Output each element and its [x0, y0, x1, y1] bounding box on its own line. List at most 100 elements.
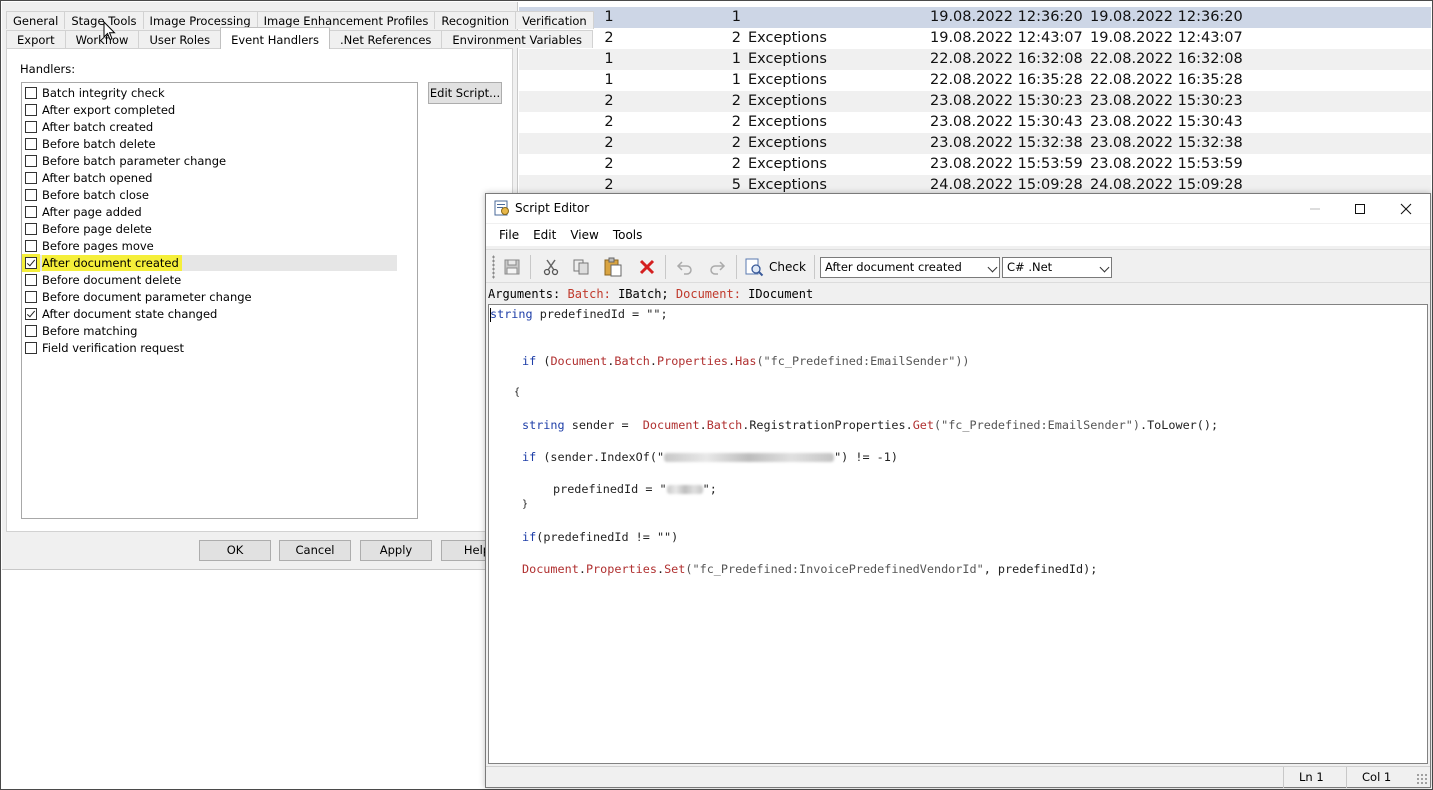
tab-recognition[interactable]: Recognition — [434, 11, 517, 29]
handler-label: Batch integrity check — [42, 86, 165, 100]
table-row[interactable]: 2 2 Exceptions 23.08.2022 15:30:43 23.08… — [519, 112, 1431, 133]
table-row[interactable]: 2 2 Exceptions 23.08.2022 15:30:23 23.08… — [519, 91, 1431, 112]
checkbox[interactable] — [25, 325, 37, 337]
table-row[interactable]: 2 2 Exceptions 23.08.2022 15:53:59 23.08… — [519, 154, 1431, 175]
handler-item[interactable]: Before batch close — [25, 187, 397, 203]
cell: Exceptions — [748, 72, 827, 88]
checkbox[interactable] — [25, 274, 37, 286]
edit-script-button[interactable]: Edit Script... — [428, 82, 502, 104]
handler-item[interactable]: Before document parameter change — [25, 289, 397, 305]
menu-tools[interactable]: Tools — [606, 224, 650, 246]
undo-button[interactable] — [672, 255, 698, 279]
table-row[interactable]: 2 2 Exceptions 19.08.2022 12:43:07 19.08… — [519, 28, 1431, 49]
checkbox[interactable] — [25, 172, 37, 184]
close-button[interactable] — [1383, 194, 1429, 223]
menu-edit[interactable]: Edit — [526, 224, 563, 246]
handler-label: Before page delete — [42, 222, 152, 236]
tab-user-roles[interactable]: User Roles — [138, 30, 222, 48]
handler-item[interactable]: Before document delete — [25, 272, 397, 288]
menu-file[interactable]: File — [486, 224, 526, 246]
tab-export[interactable]: Export — [6, 30, 66, 48]
checkbox[interactable] — [25, 291, 37, 303]
handler-item[interactable]: Batch integrity check — [25, 85, 397, 101]
cell: 1 — [604, 72, 614, 88]
handler-item[interactable]: Before batch parameter change — [25, 153, 397, 169]
checkbox[interactable] — [25, 121, 37, 133]
apply-button[interactable]: Apply — [360, 540, 432, 561]
handler-label: After document state changed — [42, 307, 218, 321]
handler-label: Before batch delete — [42, 137, 156, 151]
language-select[interactable]: C# .Net — [1002, 257, 1112, 278]
checkbox[interactable] — [25, 206, 37, 218]
tab-environment-variables[interactable]: Environment Variables — [441, 30, 594, 48]
maximize-button[interactable] — [1337, 194, 1383, 223]
code-editor[interactable]: string predefinedId = ""; if (Document.B… — [488, 304, 1428, 764]
toolbar-grip[interactable] — [492, 255, 495, 279]
chevron-down-icon — [987, 262, 998, 273]
ok-button[interactable]: OK — [199, 540, 271, 561]
handler-item[interactable]: After export completed — [25, 102, 397, 118]
checkbox[interactable] — [25, 342, 37, 354]
handler-item[interactable]: Before page delete — [25, 221, 397, 237]
tab-verification[interactable]: Verification — [515, 11, 594, 29]
arguments-prefix: Arguments: — [488, 287, 561, 301]
handler-label: Before matching — [42, 324, 138, 338]
handler-item[interactable]: Before batch delete — [25, 136, 397, 152]
handler-item[interactable]: After batch opened — [25, 170, 397, 186]
handler-item[interactable]: Before matching — [25, 323, 397, 339]
handler-label: After batch opened — [42, 171, 153, 185]
handler-item[interactable]: After document state changed — [25, 306, 397, 322]
title-bar[interactable]: Script Editor — [486, 194, 1430, 223]
copy-button[interactable] — [568, 255, 594, 279]
delete-button[interactable] — [634, 255, 660, 279]
checkbox[interactable] — [25, 223, 37, 235]
cell: 1 — [604, 51, 614, 67]
toolbar: Check After document created C# .Net — [486, 249, 1430, 283]
checkbox[interactable] — [25, 104, 37, 116]
cell: 2 — [604, 114, 614, 130]
cell: 2 — [731, 93, 741, 109]
save-button[interactable] — [499, 255, 525, 279]
paste-button[interactable] — [600, 255, 626, 279]
checkbox[interactable] — [25, 138, 37, 150]
checkbox[interactable] — [25, 87, 37, 99]
cell: 19.08.2022 12:43:07 — [930, 30, 1083, 46]
checkbox-checked[interactable] — [25, 308, 37, 320]
tab-event-handlers[interactable]: Event Handlers — [220, 27, 330, 49]
handler-label: Before document delete — [42, 273, 182, 287]
tab-net-references[interactable]: .Net References — [328, 30, 443, 48]
table-row[interactable]: 2 2 Exceptions 23.08.2022 15:32:38 23.08… — [519, 133, 1431, 154]
event-select[interactable]: After document created — [820, 257, 1000, 278]
handler-item[interactable]: After batch created — [25, 119, 397, 135]
language-select-value: C# .Net — [1007, 260, 1053, 274]
table-row[interactable]: 1 1 Exceptions 22.08.2022 16:32:08 22.08… — [519, 49, 1431, 70]
handler-item[interactable]: Field verification request — [25, 340, 397, 356]
cell: 2 — [731, 156, 741, 172]
status-bar: Ln 1 Col 1 — [486, 766, 1430, 788]
check-button[interactable]: Check — [744, 255, 806, 279]
table-row[interactable]: 1 1 Exceptions 22.08.2022 16:35:28 22.08… — [519, 70, 1431, 91]
cell: Exceptions — [748, 30, 827, 46]
handler-label: Before document parameter change — [42, 290, 252, 304]
table-row[interactable]: 1 1 19.08.2022 12:36:20 19.08.2022 12:36… — [519, 7, 1431, 28]
mouse-cursor-icon — [103, 21, 116, 41]
cell: 23.08.2022 15:53:59 — [1090, 156, 1243, 172]
handler-label: Field verification request — [42, 341, 185, 355]
checkbox[interactable] — [25, 240, 37, 252]
cancel-button[interactable]: Cancel — [279, 540, 351, 561]
handler-item-after-document-created[interactable]: After document created — [22, 254, 397, 272]
cell: 1 — [731, 9, 741, 25]
checkbox[interactable] — [25, 189, 37, 201]
maximize-icon — [1355, 203, 1365, 214]
menu-view[interactable]: View — [563, 224, 605, 246]
tab-general[interactable]: General — [6, 11, 66, 29]
redo-button[interactable] — [704, 255, 730, 279]
checkbox-checked[interactable] — [22, 254, 40, 272]
checkbox[interactable] — [25, 155, 37, 167]
minimize-button[interactable] — [1292, 194, 1338, 223]
cut-button[interactable] — [538, 255, 564, 279]
handler-item[interactable]: Before pages move — [25, 238, 397, 254]
cell: 23.08.2022 15:30:23 — [930, 93, 1083, 109]
handler-item[interactable]: After page added — [25, 204, 397, 220]
resize-grip-icon[interactable] — [1416, 773, 1428, 785]
